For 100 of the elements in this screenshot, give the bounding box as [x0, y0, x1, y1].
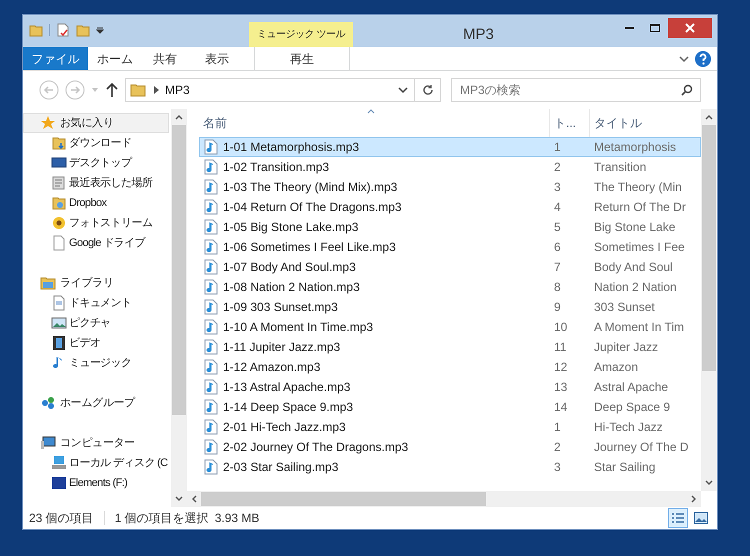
music-file-icon: [204, 339, 218, 355]
file-row[interactable]: 2-01 Hi-Tech Jazz.mp3 1 Hi-Tech Jazz: [199, 417, 701, 437]
nav-item[interactable]: ダウンロード: [23, 133, 171, 153]
music-file-icon: [204, 419, 218, 435]
dropdown-caret-icon[interactable]: [398, 86, 408, 94]
file-name: 1-05 Big Stone Lake.mp3: [223, 219, 358, 236]
file-name: 1-13 Astral Apache.mp3: [223, 379, 350, 396]
track-title: Jupiter Jazz: [593, 339, 660, 356]
chevron-right-icon[interactable]: [154, 86, 159, 94]
nav-item[interactable]: Dropbox: [23, 193, 171, 213]
nav-item[interactable]: お気に入り: [23, 113, 169, 133]
music-file-icon: [204, 299, 218, 315]
file-row[interactable]: 1-11 Jupiter Jazz.mp3 11 Jupiter Jazz: [199, 337, 701, 357]
nav-item[interactable]: Google ドライブ: [23, 233, 171, 253]
track-number: 13: [553, 379, 568, 396]
help-icon[interactable]: [695, 50, 711, 66]
scrollbar[interactable]: [171, 109, 187, 507]
track-number: 5: [553, 219, 562, 236]
music-file-icon: [204, 259, 218, 275]
nav-item[interactable]: ドキュメント: [23, 293, 171, 313]
file-row[interactable]: 1-03 The Theory (Mind Mix).mp3 3 The Theory (Min: [199, 177, 701, 197]
nav-item[interactable]: ローカル ディスク (C: [23, 453, 171, 473]
track-title: Sometimes I Fee: [593, 239, 686, 256]
track-number: 3: [553, 459, 562, 476]
nav-item[interactable]: 最近表示した場所: [23, 173, 171, 193]
track-number: 12: [553, 359, 568, 376]
track-number: 1: [553, 139, 562, 156]
search-icon: [681, 84, 693, 96]
scrollbar-thumb[interactable]: [702, 125, 716, 371]
file-row[interactable]: 1-10 A Moment In Time.mp3 10 A Moment In Tim: [199, 317, 701, 337]
document-icon[interactable]: [56, 23, 70, 37]
column-header[interactable]: 名前: [199, 109, 549, 137]
file-name: 2-03 Star Sailing.mp3: [223, 459, 338, 476]
file-name: 1-02 Transition.mp3: [223, 159, 330, 176]
nav-item[interactable]: フォトストリーム: [23, 213, 171, 233]
scrollbar[interactable]: [701, 109, 717, 491]
file-name: 1-01 Metamorphosis.mp3: [223, 139, 360, 156]
file-row[interactable]: 2-02 Journey Of The Dragons.mp3 2 Journey Of The D: [199, 437, 701, 457]
picture-icon: [694, 512, 708, 524]
selection-info: 1 個の項目を選択: [114, 510, 209, 527]
horizontal-scrollbar[interactable]: [187, 491, 701, 507]
file-row[interactable]: 1-13 Astral Apache.mp3 13 Astral Apache: [199, 377, 701, 397]
music-file-icon: [204, 459, 218, 475]
nav-item[interactable]: ライブラリ: [23, 273, 169, 293]
file-row[interactable]: 1-05 Big Stone Lake.mp3 5 Big Stone Lake: [199, 217, 701, 237]
details-view-button[interactable]: [668, 508, 688, 528]
ribbon-tab[interactable]: 表示: [188, 47, 246, 70]
computer-icon: [40, 435, 56, 451]
scrollbar-thumb[interactable]: [201, 492, 486, 506]
ribbon-tab[interactable]: ファイル: [23, 47, 88, 70]
file-name: 1-09 303 Sunset.mp3: [223, 299, 338, 316]
music-file-icon: [204, 319, 218, 335]
nav-item[interactable]: ビデオ: [23, 333, 171, 353]
file-row[interactable]: 1-01 Metamorphosis.mp3 1 Metamorphosis: [199, 137, 701, 157]
ribbon-tab[interactable]: ホーム: [88, 47, 142, 70]
track-title: Nation 2 Nation: [593, 279, 678, 296]
track-title: The Theory (Min: [593, 179, 683, 196]
track-title: Metamorphosis: [593, 139, 678, 156]
ribbon-tab[interactable]: 再生: [254, 47, 350, 70]
music-file-icon: [204, 139, 218, 155]
file-row[interactable]: 1-06 Sometimes I Feel Like.mp3 6 Sometimes I Fee: [199, 237, 701, 257]
nav-item[interactable]: ピクチャ: [23, 313, 171, 333]
music-file-icon: [204, 179, 218, 195]
file-row[interactable]: 1-02 Transition.mp3 2 Transition: [199, 157, 701, 177]
file-row[interactable]: 2-03 Star Sailing.mp3 3 Star Sailing: [199, 457, 701, 477]
track-number: 9: [553, 299, 562, 316]
file-row[interactable]: 1-08 Nation 2 Nation.mp3 8 Nation 2 Nation: [199, 277, 701, 297]
file-row[interactable]: 1-09 303 Sunset.mp3 9 303 Sunset: [199, 297, 701, 317]
music-file-icon: [204, 399, 218, 415]
dropdown-caret-icon[interactable]: [96, 26, 104, 34]
track-number: 7: [553, 259, 562, 276]
track-title: Journey Of The D: [593, 439, 690, 456]
file-row[interactable]: 1-07 Body And Soul.mp3 7 Body And Soul: [199, 257, 701, 277]
file-row[interactable]: 1-12 Amazon.mp3 12 Amazon: [199, 357, 701, 377]
track-title: Hi-Tech Jazz: [593, 419, 664, 436]
search-field[interactable]: MP3の検索: [451, 78, 701, 102]
details-list-icon: [671, 512, 685, 524]
file-row[interactable]: 1-04 Return Of The Dragons.mp3 4 Return Of The Dr: [199, 197, 701, 217]
close-button[interactable]: [668, 18, 712, 38]
track-number: 14: [553, 399, 568, 416]
refresh-icon: [422, 84, 434, 96]
chevron-down-icon[interactable]: [679, 54, 689, 62]
nav-item[interactable]: Elements (F:): [23, 473, 171, 493]
scrollbar-thumb[interactable]: [172, 125, 186, 415]
track-number: 10: [553, 319, 568, 336]
music-file-icon: [204, 279, 218, 295]
up-arrow-button[interactable]: [105, 82, 119, 98]
track-title: Big Stone Lake: [593, 219, 676, 236]
nav-item[interactable]: コンピューター: [23, 433, 169, 453]
track-number: 1: [553, 419, 562, 436]
file-row[interactable]: 1-14 Deep Space 9.mp3 14 Deep Space 9: [199, 397, 701, 417]
nav-item[interactable]: デスクトップ: [23, 153, 171, 173]
music-file-icon: [204, 199, 218, 215]
track-title: Star Sailing: [593, 459, 656, 476]
nav-item[interactable]: ミュージック: [23, 353, 171, 373]
address-bar[interactable]: MP3: [125, 78, 441, 102]
nav-item[interactable]: ホームグループ: [23, 393, 169, 413]
music-file-icon: [204, 159, 218, 175]
file-name: 1-03 The Theory (Mind Mix).mp3: [223, 179, 398, 196]
ribbon-tab[interactable]: 共有: [142, 47, 188, 70]
